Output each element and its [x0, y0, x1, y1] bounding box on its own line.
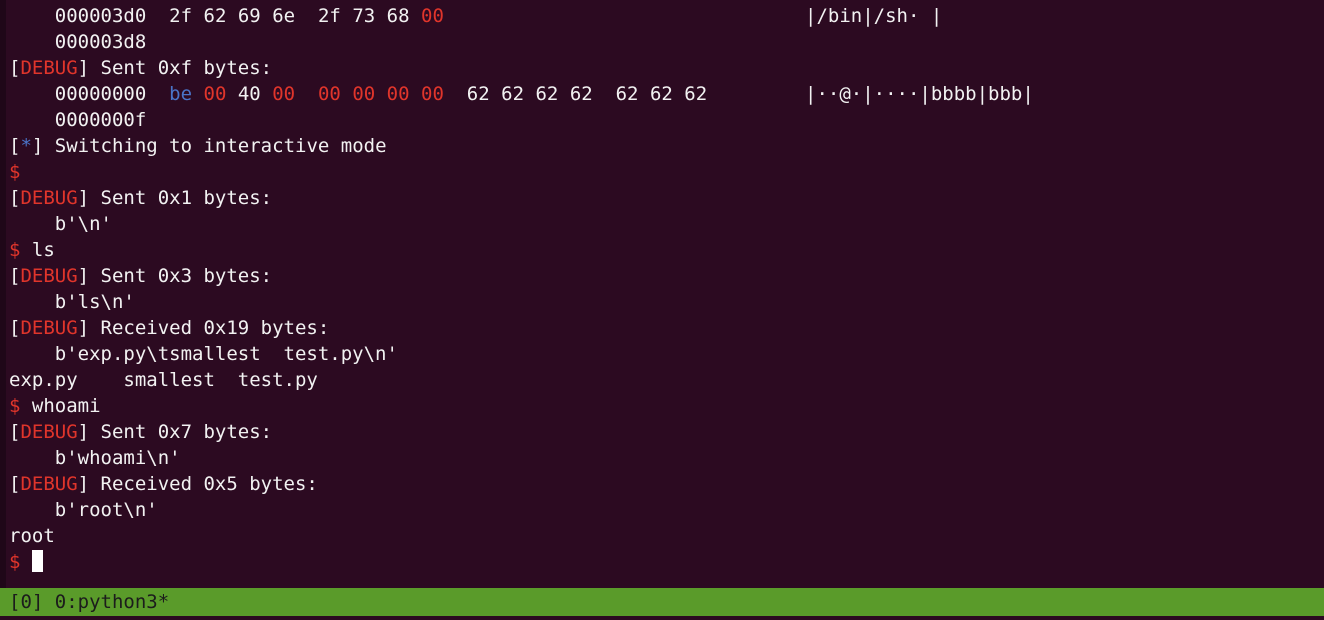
terminal-line: b'exp.py\tsmallest test.py\n' — [9, 341, 398, 367]
hex-byte: 62 — [615, 83, 639, 105]
text-cursor[interactable] — [31, 550, 43, 572]
hex-byte: 00 — [352, 83, 376, 105]
debug-tag: DEBUG — [20, 57, 78, 79]
log-message: ] Sent 0x3 bytes: — [77, 265, 273, 287]
log-message: ] Sent 0x7 bytes: — [77, 421, 273, 443]
terminal-line: $ whoami — [9, 393, 101, 419]
hex-byte: 2f — [317, 5, 341, 27]
output-text: root — [9, 525, 55, 547]
hex-byte: 69 — [237, 5, 261, 27]
terminal-bottom-edge — [0, 616, 1324, 620]
terminal-line: $ — [9, 159, 20, 185]
command-text: whoami — [20, 395, 101, 417]
terminal-line: [DEBUG] Received 0x5 bytes: — [9, 473, 318, 495]
terminal-line: 00000000 be 00 40 00 00 00 00 00 62 62 6… — [9, 81, 1034, 107]
hex-byte: 62 — [535, 83, 559, 105]
hex-offset: 00000000 — [54, 83, 147, 105]
terminal-line: $ ls — [9, 237, 55, 263]
hex-byte: 62 — [203, 5, 227, 27]
output-text: 000003d8 — [54, 31, 147, 53]
hex-byte: 62 — [649, 83, 673, 105]
terminal-line: [DEBUG] Sent 0x3 bytes: — [9, 265, 273, 287]
hex-byte: 00 — [421, 83, 444, 105]
terminal-window[interactable]: 000003d0 2f 62 69 6e 2f 73 68 00 |/bin|/… — [0, 0, 1324, 588]
terminal-line: b'whoami\n' — [9, 445, 181, 471]
terminal-line: [DEBUG] Received 0x19 bytes: — [9, 317, 330, 339]
debug-tag: DEBUG — [20, 317, 78, 339]
debug-tag: DEBUG — [20, 187, 78, 209]
hex-offset: 000003d0 — [54, 5, 147, 27]
command-text — [20, 551, 31, 573]
hex-byte: 40 — [237, 83, 261, 105]
log-message: ] Received 0x19 bytes: — [77, 317, 330, 339]
hex-byte: 62 — [684, 83, 708, 105]
terminal-line: [DEBUG] Sent 0x1 bytes: — [9, 187, 273, 209]
hex-byte: 2f — [169, 5, 193, 27]
hex-byte: 00 — [317, 83, 341, 105]
tmux-window-tab[interactable]: 0:python3* — [43, 591, 169, 613]
terminal-line: 000003d8 — [9, 29, 147, 55]
log-message: ] Switching to interactive mode — [31, 135, 387, 157]
hex-byte: 73 — [352, 5, 376, 27]
hex-ascii: |··@·|····|bbbb|bbb| — [805, 83, 1034, 105]
tmux-session-label: [0] — [9, 591, 44, 613]
hex-ascii: |/bin|/sh· | — [805, 5, 943, 27]
hex-byte: 00 — [421, 5, 444, 27]
debug-tag: DEBUG — [20, 265, 78, 287]
output-text: b'ls\n' — [54, 291, 135, 313]
output-text: b'root\n' — [54, 499, 158, 521]
hex-byte: 62 — [569, 83, 593, 105]
prompt-symbol: $ — [9, 395, 21, 417]
prompt-symbol: $ — [9, 161, 21, 183]
command-text: ls — [20, 239, 55, 261]
pane-border — [0, 0, 6, 588]
log-message: ] Sent 0xf bytes: — [77, 57, 273, 79]
hex-byte: 00 — [386, 83, 410, 105]
terminal-line: [*] Switching to interactive mode — [9, 135, 387, 157]
prompt-symbol: $ — [9, 551, 21, 573]
output-text: 0000000f — [54, 109, 147, 131]
terminal-line: root — [9, 523, 55, 549]
terminal-line: 0000000f — [9, 107, 147, 133]
hex-byte: 00 — [203, 83, 227, 105]
prompt-symbol: $ — [9, 239, 21, 261]
hex-byte: 68 — [386, 5, 410, 27]
log-message: ] Sent 0x1 bytes: — [77, 187, 273, 209]
terminal-line: b'ls\n' — [9, 289, 135, 315]
terminal-line: [DEBUG] Sent 0xf bytes: — [9, 57, 273, 79]
output-text: b'exp.py\tsmallest test.py\n' — [54, 343, 398, 365]
terminal-line: b'root\n' — [9, 497, 158, 523]
output-text: b'\n' — [54, 213, 112, 235]
info-tag: * — [20, 135, 32, 157]
output-text: exp.py smallest test.py — [9, 369, 318, 391]
terminal-line: exp.py smallest test.py — [9, 367, 318, 393]
tmux-status-bar[interactable]: [0] 0:python3* — [0, 588, 1324, 616]
hex-byte: 62 — [501, 83, 525, 105]
hex-byte: be — [169, 83, 193, 105]
terminal-line: 000003d0 2f 62 69 6e 2f 73 68 00 |/bin|/… — [9, 3, 943, 29]
output-text: b'whoami\n' — [54, 447, 181, 469]
log-message: ] Received 0x5 bytes: — [77, 473, 318, 495]
debug-tag: DEBUG — [20, 421, 78, 443]
debug-tag: DEBUG — [20, 473, 78, 495]
hex-byte: 62 — [466, 83, 490, 105]
terminal-line: $ — [9, 549, 43, 575]
terminal-line: [DEBUG] Sent 0x7 bytes: — [9, 421, 273, 443]
terminal-line: b'\n' — [9, 211, 112, 237]
hex-byte: 00 — [272, 83, 296, 105]
hex-byte: 6e — [272, 5, 296, 27]
